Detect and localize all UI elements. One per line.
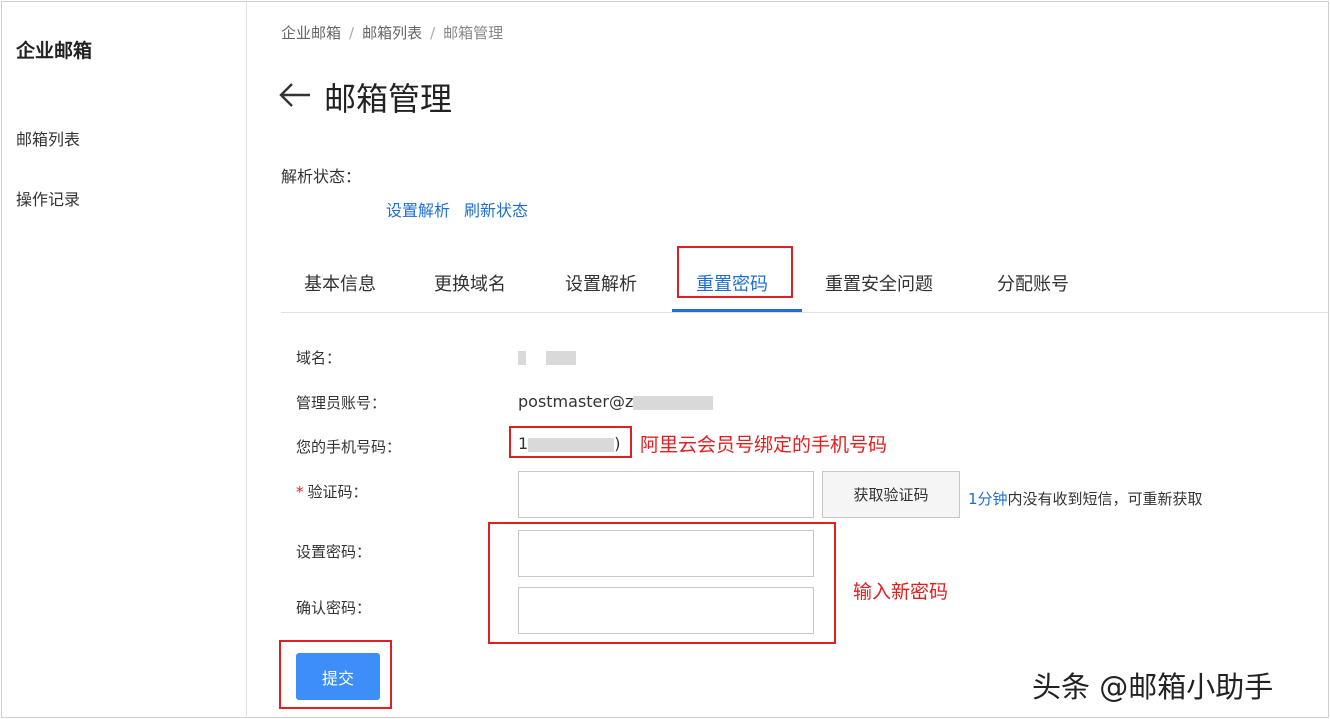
phone-label: 您的手机号码： bbox=[296, 438, 402, 456]
breadcrumb-separator: / bbox=[349, 24, 355, 42]
active-tab-indicator bbox=[672, 309, 802, 312]
verification-code-label-text: 验证码： bbox=[307, 483, 368, 501]
watermark: 头条 @邮箱小助手 bbox=[1032, 670, 1274, 704]
page-title: 邮箱管理 bbox=[324, 80, 453, 118]
verification-code-label: * 验证码： bbox=[296, 481, 368, 502]
highlight-box-phone bbox=[509, 426, 632, 458]
tab-change-domain[interactable]: 更换域名 bbox=[434, 270, 506, 296]
page-header: 邮箱管理 bbox=[278, 74, 452, 120]
admin-account-value: postmaster@z bbox=[518, 392, 714, 411]
refresh-status-link[interactable]: 刷新状态 bbox=[464, 201, 528, 220]
breadcrumb-item-mailbox-list[interactable]: 邮箱列表 bbox=[362, 24, 422, 42]
tab-bar: 基本信息 更换域名 设置解析 重置密码 重置安全问题 分配账号 bbox=[281, 252, 1328, 313]
sms-hint-text: 内没有收到短信，可重新获取 bbox=[1007, 490, 1203, 508]
admin-account-label: 管理员账号： bbox=[296, 394, 387, 412]
tab-reset-security-question[interactable]: 重置安全问题 bbox=[825, 270, 933, 296]
sidebar-item-mailbox-list[interactable]: 邮箱列表 bbox=[16, 126, 80, 150]
tab-basic-info[interactable]: 基本信息 bbox=[304, 270, 376, 296]
breadcrumb-item-current: 邮箱管理 bbox=[443, 24, 504, 42]
dns-links: 设置解析 刷新状态 bbox=[386, 197, 542, 221]
domain-label: 域名： bbox=[296, 349, 342, 367]
highlight-box-submit bbox=[279, 640, 392, 709]
phone-annotation: 阿里云会员号绑定的手机号码 bbox=[640, 434, 888, 456]
new-password-label: 设置密码： bbox=[296, 543, 372, 561]
set-dns-link[interactable]: 设置解析 bbox=[386, 201, 450, 220]
sidebar-item-operation-log[interactable]: 操作记录 bbox=[16, 186, 80, 210]
breadcrumb-separator: / bbox=[430, 24, 436, 42]
verification-code-input[interactable] bbox=[518, 471, 814, 518]
highlight-box-password bbox=[488, 522, 836, 644]
admin-account-text: postmaster@z bbox=[518, 392, 634, 411]
get-code-button[interactable]: 获取验证码 bbox=[822, 471, 960, 518]
tab-set-dns[interactable]: 设置解析 bbox=[565, 270, 637, 296]
domain-value bbox=[518, 347, 576, 366]
breadcrumb: 企业邮箱 / 邮箱列表 / 邮箱管理 bbox=[281, 22, 503, 43]
sidebar-title: 企业邮箱 bbox=[16, 40, 93, 62]
sms-hint: 1分钟内没有收到短信，可重新获取 bbox=[968, 488, 1203, 509]
breadcrumb-item-enterprise-mail[interactable]: 企业邮箱 bbox=[281, 24, 341, 42]
highlight-box-tab bbox=[677, 246, 793, 298]
sms-hint-time: 1分钟 bbox=[968, 490, 1008, 508]
required-mark: * bbox=[296, 483, 304, 501]
arrow-left-icon[interactable] bbox=[278, 80, 312, 115]
confirm-password-label: 确认密码： bbox=[296, 599, 372, 617]
tab-assign-account[interactable]: 分配账号 bbox=[997, 270, 1069, 296]
dns-status-label: 解析状态： bbox=[281, 167, 362, 186]
password-annotation: 输入新密码 bbox=[853, 581, 949, 603]
sidebar: 企业邮箱 邮箱列表 操作记录 bbox=[2, 2, 247, 717]
